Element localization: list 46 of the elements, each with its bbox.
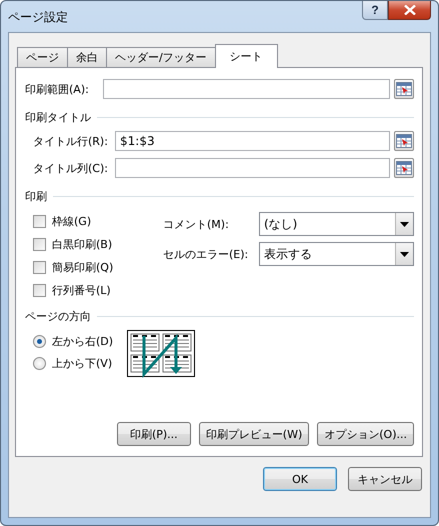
checkbox-label: 簡易印刷(Q) — [52, 260, 114, 274]
checkbox[interactable] — [33, 214, 46, 228]
radio-button[interactable] — [33, 334, 46, 348]
panel-button[interactable]: 印刷プレビュー(W) — [198, 422, 310, 446]
checkbox-label: 白黒印刷(B) — [52, 236, 112, 252]
checkbox[interactable] — [33, 284, 46, 296]
tab[interactable]: 余白 — [67, 47, 107, 67]
range-select-icon — [396, 161, 412, 175]
tab[interactable]: ページ — [17, 47, 68, 67]
dropdown[interactable]: 表示する — [259, 242, 414, 266]
panel-button[interactable]: 印刷(P)... — [116, 422, 191, 446]
checkbox[interactable] — [33, 260, 46, 274]
dialog-button[interactable]: OK — [263, 467, 337, 491]
section-heading: ページの方向 — [25, 309, 91, 324]
panel-button[interactable]: オプション(O)... — [317, 422, 414, 446]
radio-button[interactable] — [33, 356, 46, 370]
radio-label: 左から右(D) — [52, 334, 114, 348]
tab[interactable]: シート — [214, 44, 278, 68]
range-select-icon — [396, 82, 412, 96]
field-label: 印刷範囲(A): — [25, 82, 90, 96]
dropdown-arrow-icon — [400, 222, 409, 226]
dropdown-arrow-icon — [400, 252, 409, 256]
section-heading: 印刷 — [25, 189, 47, 204]
dropdown-label: セルのエラー(E): — [163, 246, 250, 262]
checkbox-label: 枠線(G) — [52, 214, 92, 228]
range-select-icon — [396, 134, 412, 148]
tab[interactable]: ヘッダー/フッター — [106, 47, 216, 67]
close-icon — [404, 5, 416, 15]
help-button[interactable]: ? — [362, 1, 388, 20]
dropdown-label: コメント(M): — [163, 216, 230, 232]
close-button[interactable] — [388, 1, 431, 20]
range-select-button[interactable] — [394, 79, 414, 99]
section-heading: 印刷タイトル — [25, 110, 91, 125]
range-select-button[interactable] — [394, 158, 414, 178]
radio-label: 上から下(V) — [52, 356, 112, 370]
field-label: タイトル行(R): — [33, 134, 109, 148]
checkbox-label: 行列番号(L) — [52, 282, 111, 298]
field-label: タイトル列(C): — [33, 160, 109, 176]
range-select-button[interactable] — [394, 131, 414, 151]
window-title: ページ設定 — [8, 9, 68, 26]
input-field[interactable] — [115, 158, 390, 178]
input-field[interactable] — [103, 79, 390, 99]
input-field[interactable]: $1:$3 — [115, 131, 390, 151]
dropdown[interactable]: (なし) — [259, 212, 414, 236]
dialog-button[interactable]: キャンセル — [348, 467, 422, 491]
checkbox[interactable] — [33, 238, 46, 250]
